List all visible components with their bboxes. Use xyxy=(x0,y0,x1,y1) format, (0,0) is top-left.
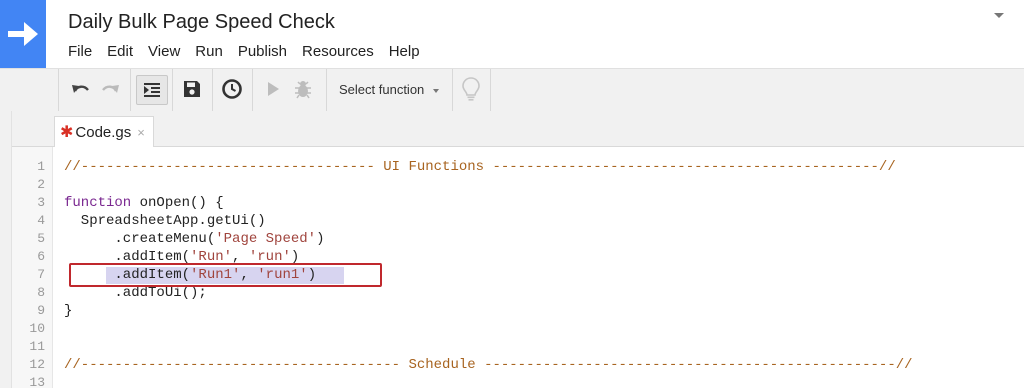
annotation-highlight-box xyxy=(69,263,382,287)
toolbar-divider xyxy=(490,69,491,111)
line-number: 5 xyxy=(37,231,45,246)
menu-edit[interactable]: Edit xyxy=(107,43,133,60)
save-button[interactable] xyxy=(177,75,207,103)
line-number: 10 xyxy=(29,321,45,336)
line-number: 4 xyxy=(37,213,45,228)
toolbar-divider xyxy=(172,69,173,111)
run-button[interactable] xyxy=(258,75,288,103)
undo-button[interactable] xyxy=(66,75,96,103)
lightbulb-icon xyxy=(462,77,480,101)
tab-code-gs[interactable]: ✱ Code.gs × xyxy=(54,116,154,148)
menu-bar: File Edit View Run Publish Resources Hel… xyxy=(68,43,435,60)
unsaved-marker: ✱ xyxy=(60,124,74,141)
menu-run[interactable]: Run xyxy=(195,43,223,60)
lightbulb-button[interactable] xyxy=(456,75,486,103)
toolbar-divider xyxy=(212,69,213,111)
select-function-dropdown[interactable]: Select function xyxy=(339,82,440,97)
toolbar-divider xyxy=(452,69,453,111)
line-number: 12 xyxy=(29,357,45,372)
code-line-1: //----------------------------------- UI… xyxy=(64,159,896,175)
line-number: 6 xyxy=(37,249,45,264)
save-icon xyxy=(184,81,200,97)
tab-label: Code.gs xyxy=(75,123,132,141)
toolbar-divider xyxy=(252,69,253,111)
chevron-down-icon xyxy=(433,88,440,93)
keyword-token: function xyxy=(64,195,132,211)
arrow-right-icon xyxy=(8,22,38,46)
triggers-clock-icon xyxy=(222,79,242,99)
select-function-label: Select function xyxy=(339,82,425,97)
toolbar-divider xyxy=(130,69,131,111)
menu-help[interactable]: Help xyxy=(389,43,420,60)
file-tab-bar xyxy=(12,111,1024,147)
code-token: .createMenu( xyxy=(64,231,216,247)
string-token: 'Page Speed' xyxy=(215,231,317,247)
close-icon[interactable]: × xyxy=(137,125,145,140)
menu-resources[interactable]: Resources xyxy=(302,43,374,60)
account-dropdown-caret-icon[interactable] xyxy=(994,13,1004,18)
code-line-4: SpreadsheetApp.getUi() xyxy=(64,213,266,229)
code-line-3: function onOpen() { xyxy=(64,194,224,212)
menu-file[interactable]: File xyxy=(68,43,92,60)
code-line-5: .createMenu('Page Speed') xyxy=(64,230,324,248)
menu-publish[interactable]: Publish xyxy=(238,43,287,60)
line-number: 9 xyxy=(37,303,45,318)
line-number: 2 xyxy=(37,177,45,192)
redo-button[interactable] xyxy=(95,75,125,103)
code-token: onOpen() { xyxy=(131,195,224,211)
left-panel-strip xyxy=(0,111,12,388)
debug-button[interactable] xyxy=(288,75,318,103)
line-number: 3 xyxy=(37,195,45,210)
code-line-9: } xyxy=(64,303,73,319)
line-number: 1 xyxy=(37,159,45,174)
line-number: 8 xyxy=(37,285,45,300)
line-number: 13 xyxy=(29,375,45,390)
toolbar-divider xyxy=(326,69,327,111)
toolbar: Select function xyxy=(0,68,1024,112)
debug-bug-icon xyxy=(295,81,311,99)
indent-icon xyxy=(144,83,160,97)
toolbar-divider xyxy=(58,69,59,111)
project-title[interactable]: Daily Bulk Page Speed Check xyxy=(68,11,335,34)
triggers-button[interactable] xyxy=(217,75,247,103)
code-line-12: //--------------------------------------… xyxy=(64,357,913,373)
undo-icon xyxy=(72,85,89,93)
indent-button[interactable] xyxy=(136,75,168,105)
run-play-icon xyxy=(268,82,279,96)
line-number: 11 xyxy=(29,339,45,354)
apps-script-logo[interactable] xyxy=(0,0,46,68)
line-number: 7 xyxy=(37,267,45,282)
code-token: ) xyxy=(316,231,325,247)
redo-icon xyxy=(102,85,119,93)
menu-view[interactable]: View xyxy=(148,43,180,60)
